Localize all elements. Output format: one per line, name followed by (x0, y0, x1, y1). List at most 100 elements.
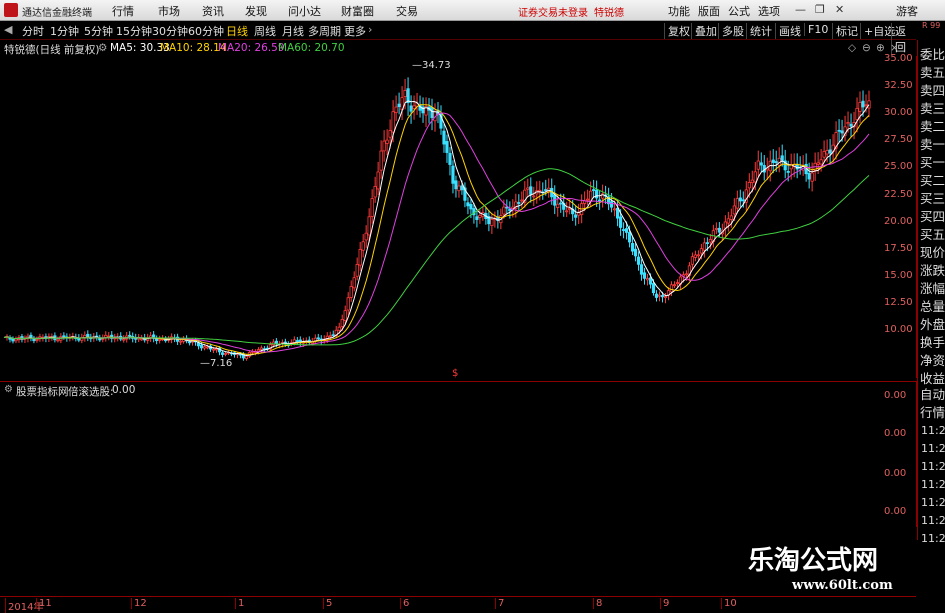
candlestick-chart[interactable]: —34.73 —7.16 $ (0, 56, 917, 379)
side-item-lower[interactable]: 行情 (920, 404, 945, 421)
tool-overlay[interactable]: 叠加 (691, 23, 717, 39)
side-item-lower[interactable]: 自动 (920, 386, 945, 403)
period-weekly[interactable]: 周线 (254, 23, 276, 39)
candle-body (669, 284, 674, 293)
close-icon[interactable]: ✕ (835, 3, 844, 16)
side-time: 11:29 (921, 442, 945, 455)
zoom-out-icon[interactable]: ⊖ (862, 42, 871, 54)
ma20-label: MA20: 26.59 (218, 42, 285, 54)
period-1min[interactable]: 1分钟 (50, 23, 79, 39)
menu-wealth[interactable]: 财富圈 (341, 3, 374, 19)
period-intraday[interactable]: 分时 (22, 23, 44, 39)
menu-options[interactable]: 选项 (758, 3, 780, 19)
menu-formula[interactable]: 公式 (728, 3, 750, 19)
tool-draw[interactable]: 画线 (775, 23, 801, 39)
indicator-gear-icon[interactable]: ⚙ (4, 384, 13, 395)
settings-gear-icon[interactable]: ⚙ (98, 42, 107, 54)
ma-legend: 特锐德(日线 前复权) ⚙ MA5: 30.33 MA10: 28.14 MA2… (0, 40, 900, 56)
candle-body (684, 273, 689, 276)
time-tick: 11 (36, 598, 52, 609)
period-more[interactable]: 更多 (344, 23, 366, 39)
candle-body (672, 284, 677, 287)
candle-body (340, 318, 344, 327)
candle-body (430, 107, 434, 119)
candle-body (56, 339, 60, 342)
candle-body (610, 201, 614, 208)
side-item: 现价 (920, 245, 945, 260)
period-5min[interactable]: 5分钟 (84, 23, 113, 39)
candle-body (738, 197, 742, 202)
tool-stats[interactable]: 统计 (746, 23, 772, 39)
period-60min[interactable]: 60分钟 (188, 23, 224, 39)
candle-body (367, 216, 371, 236)
period-multi[interactable]: 多周期 (308, 23, 341, 39)
minimize-icon[interactable]: — (795, 3, 806, 16)
candle-body (382, 140, 386, 152)
period-monthly[interactable]: 月线 (282, 23, 304, 39)
candle-body (187, 341, 192, 344)
time-tick: 7 (495, 598, 504, 609)
candle-body (526, 187, 530, 190)
menu-quotes[interactable]: 行情 (112, 3, 134, 19)
event-marker-icon[interactable]: $ (452, 368, 458, 379)
candle-body (568, 208, 572, 210)
period-30min[interactable]: 30分钟 (152, 23, 188, 39)
candle-body (822, 151, 826, 158)
side-quote-panel[interactable]: R 99 委比 卖五 卖四 卖三 卖二 卖一 买一 买二 买三 买四 买五 现价 涨跌 涨幅 总量 外盘 换手净… (917, 22, 945, 545)
ma60-label: MA60: 20.70 (278, 42, 345, 54)
candle-body (819, 159, 823, 165)
diamond-icon[interactable]: ◇ (848, 42, 856, 54)
candle-body (598, 199, 602, 202)
menu-market[interactable]: 市场 (158, 3, 180, 19)
tool-mark[interactable]: 标记 (832, 23, 858, 39)
candle-body (858, 101, 862, 112)
menu-trade[interactable]: 交易 (396, 3, 418, 19)
watermark-title: 乐淘公式网 (748, 546, 879, 576)
side-item: 净资 (920, 353, 945, 368)
stock-title: 特锐德(日线 前复权) (4, 44, 100, 56)
candle-body (586, 198, 590, 201)
side-item: 卖二 (920, 119, 945, 134)
candle-body (349, 286, 353, 298)
menu-ask[interactable]: 问小达 (288, 3, 321, 19)
tool-multistock[interactable]: 多股 (718, 23, 744, 39)
candle-body (32, 338, 36, 342)
menu-layout[interactable]: 版面 (698, 3, 720, 19)
expand-icon[interactable]: ◀ (4, 23, 12, 36)
menu-discover[interactable]: 发现 (245, 3, 267, 19)
side-item: 委比 (920, 47, 945, 62)
candle-body (520, 199, 524, 202)
candle-body (451, 165, 455, 184)
candle-body (816, 162, 820, 165)
candle-body (577, 212, 581, 216)
candle-body (502, 206, 506, 215)
price-tick: 20.00 (884, 215, 913, 227)
side-item: 卖一 (920, 137, 945, 152)
period-15min[interactable]: 15分钟 (116, 23, 152, 39)
candle-body (178, 340, 183, 343)
restore-icon[interactable]: ❐ (815, 3, 825, 16)
candle-body (544, 189, 548, 191)
candle-body (35, 338, 39, 341)
period-daily[interactable]: 日线 (226, 23, 248, 39)
menu-news[interactable]: 资讯 (202, 3, 224, 19)
candle-body (741, 199, 745, 202)
tool-f10[interactable]: F10 (804, 23, 828, 36)
candle-body (259, 347, 264, 350)
guest-label[interactable]: 游客 (896, 3, 918, 19)
login-notice[interactable]: 证券交易未登录 (518, 4, 588, 19)
candle-body (810, 172, 814, 182)
side-item: 涨跌 (920, 263, 945, 278)
tool-adjust[interactable]: 复权 (664, 23, 690, 39)
tool-add-watch[interactable]: +自选 (860, 23, 895, 39)
candle-body (158, 338, 162, 341)
kline-svg[interactable]: —34.73 —7.16 $ (0, 56, 916, 379)
candle-body (592, 189, 596, 191)
candle-body (370, 198, 374, 217)
more-chevron-icon[interactable]: › (368, 23, 372, 36)
indicator-panel[interactable]: ⚙ 股票指标网 倍滚选股: 0.00 0.00 0.00 0.00 0.00 (0, 381, 917, 527)
ma60-line (3, 168, 870, 346)
candle-body (723, 221, 727, 229)
menu-function[interactable]: 功能 (668, 3, 690, 19)
side-item: 换手 (920, 335, 945, 350)
